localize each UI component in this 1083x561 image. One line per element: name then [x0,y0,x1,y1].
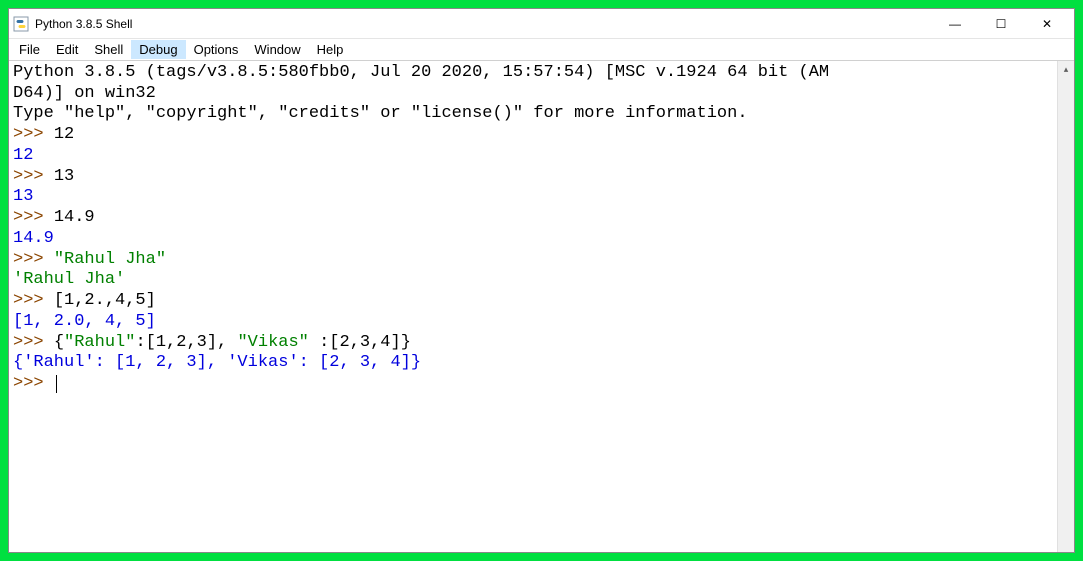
menu-options[interactable]: Options [186,40,247,59]
scroll-up-icon[interactable]: ▴ [1058,61,1074,78]
prompt: >>> [13,374,54,393]
minimize-button[interactable]: — [932,9,978,39]
menu-debug[interactable]: Debug [131,40,185,59]
close-button[interactable]: ✕ [1024,9,1070,39]
banner-line: Python 3.8.5 (tags/v3.8.5:580fbb0, Jul 2… [13,63,829,82]
banner-line: D64)] on win32 [13,84,156,103]
input-line: {"Rahul":[1,2,3], "Vikas" :[2,3,4]} [54,333,411,352]
menubar: File Edit Shell Debug Options Window Hel… [9,39,1074,61]
text-cursor [56,375,57,393]
content-wrap: Python 3.8.5 (tags/v3.8.5:580fbb0, Jul 2… [9,61,1074,552]
maximize-button[interactable]: ☐ [978,9,1024,39]
input-line: "Rahul Jha" [54,250,166,269]
input-line: [1,2.,4,5] [54,291,156,310]
output-line: 12 [13,146,33,165]
prompt: >>> [13,291,54,310]
menu-window[interactable]: Window [246,40,308,59]
titlebar: Python 3.8.5 Shell — ☐ ✕ [9,9,1074,39]
window-controls: — ☐ ✕ [932,9,1070,39]
prompt: >>> [13,333,54,352]
output-line: 13 [13,187,33,206]
input-line: 12 [54,125,74,144]
idle-window: Python 3.8.5 Shell — ☐ ✕ File Edit Shell… [8,8,1075,553]
output-line: 'Rahul Jha' [13,270,125,289]
input-line: 14.9 [54,208,95,227]
menu-help[interactable]: Help [309,40,352,59]
menu-edit[interactable]: Edit [48,40,86,59]
output-line: {'Rahul': [1, 2, 3], 'Vikas': [2, 3, 4]} [13,353,421,372]
prompt: >>> [13,208,54,227]
shell-text-area[interactable]: Python 3.8.5 (tags/v3.8.5:580fbb0, Jul 2… [9,61,1057,552]
output-line: [1, 2.0, 4, 5] [13,312,156,331]
window-title: Python 3.8.5 Shell [35,17,932,31]
prompt: >>> [13,167,54,186]
output-line: 14.9 [13,229,54,248]
prompt: >>> [13,125,54,144]
menu-file[interactable]: File [11,40,48,59]
python-idle-icon [13,16,29,32]
menu-shell[interactable]: Shell [86,40,131,59]
vertical-scrollbar[interactable]: ▴ [1057,61,1074,552]
banner-line: Type "help", "copyright", "credits" or "… [13,104,748,123]
prompt: >>> [13,250,54,269]
input-line: 13 [54,167,74,186]
